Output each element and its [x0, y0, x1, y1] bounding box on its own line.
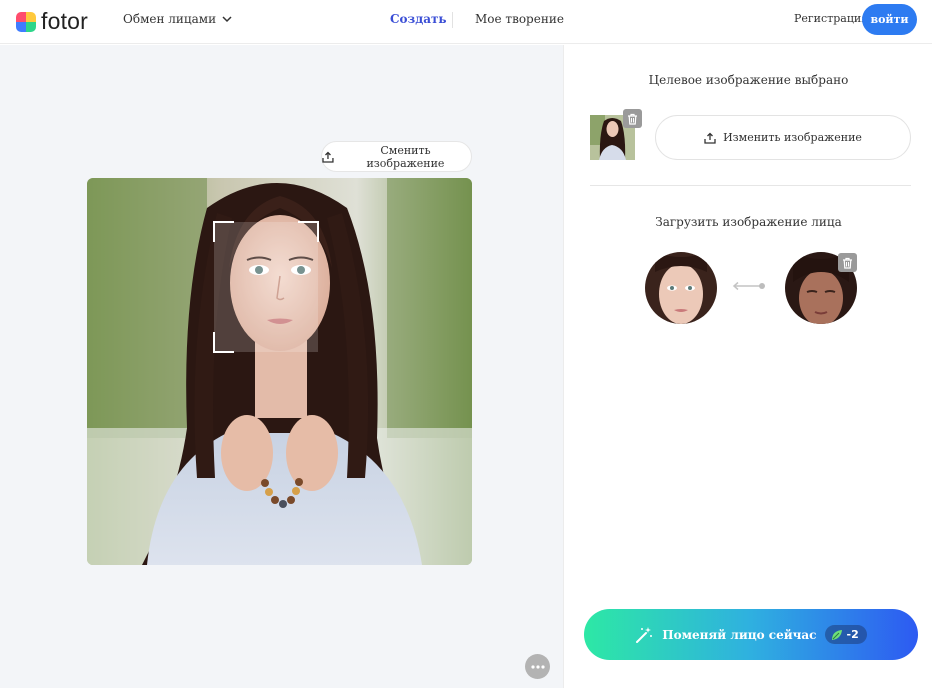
detected-face-image [645, 252, 717, 324]
more-options-button[interactable] [525, 654, 550, 679]
change-target-label: Изменить изображение [723, 131, 862, 144]
target-photo-image [87, 178, 472, 565]
fotor-logo[interactable]: fotor [16, 8, 88, 35]
change-image-button[interactable]: Сменить изображение [321, 141, 472, 172]
credit-cost-badge: -2 [824, 625, 867, 644]
change-target-image-button[interactable]: Изменить изображение [655, 115, 911, 160]
brand-name: fotor [41, 8, 89, 34]
detected-face-thumbnail[interactable] [645, 252, 717, 324]
trash-icon [843, 257, 852, 269]
nav-divider [452, 12, 453, 28]
swap-settings-panel: Целевое изображение выбрано Изменить изо… [563, 45, 932, 688]
link-icon [732, 281, 765, 291]
target-photo-preview [87, 178, 472, 565]
nav-create-tab[interactable]: Создать [390, 12, 447, 26]
chevron-down-icon [222, 15, 232, 22]
swap-face-now-button[interactable]: Поменяй лицо сейчас -2 [584, 609, 918, 660]
more-icon [530, 664, 545, 669]
leaf-icon [831, 629, 842, 640]
canvas-workspace: Сменить изображение [0, 45, 563, 688]
swap-face-label: Поменяй лицо сейчас [662, 627, 817, 642]
tool-menu-dropdown[interactable]: Обмен лицами [123, 12, 232, 26]
target-image-title: Целевое изображение выбрано [648, 73, 849, 87]
change-image-label: Сменить изображение [366, 143, 445, 170]
trash-icon [628, 113, 637, 125]
magic-wand-icon [636, 626, 653, 643]
delete-target-button[interactable] [623, 109, 642, 128]
top-bar: fotor Обмен лицами Создать Мое творение … [0, 0, 932, 44]
section-divider [590, 185, 911, 186]
upload-icon [322, 151, 334, 163]
upload-icon [704, 132, 716, 144]
nav-my-works-tab[interactable]: Мое творение [475, 12, 564, 26]
tool-menu-label: Обмен лицами [123, 12, 217, 26]
login-button[interactable]: войти [862, 4, 917, 35]
fotor-logo-mark-icon [16, 11, 36, 32]
delete-face-button[interactable] [838, 253, 857, 272]
upload-face-title: Загрузить изображение лица [655, 215, 842, 229]
credit-cost-value: -2 [846, 628, 859, 641]
register-link[interactable]: Регистрация [794, 12, 868, 25]
